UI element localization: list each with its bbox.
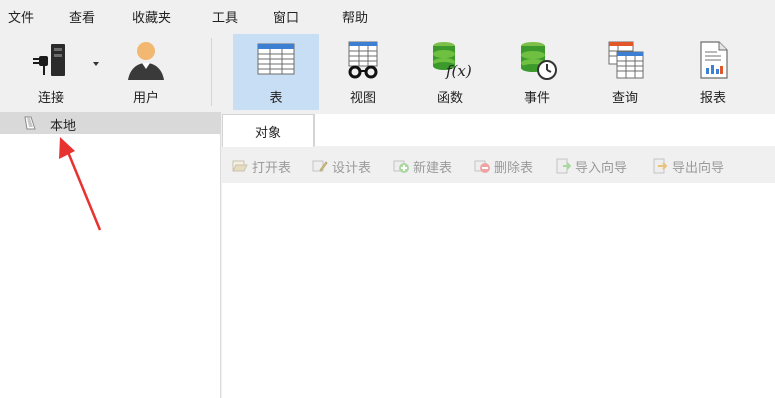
main-toolbar: 连接 用户 表 视图 f(x) 函数 事件 查询 报表 bbox=[0, 32, 775, 110]
view-label: 视图 bbox=[349, 91, 376, 106]
import-wizard-label: 导入向导 bbox=[575, 160, 628, 176]
user-icon bbox=[128, 42, 164, 80]
menu-window[interactable]: 窗口 bbox=[273, 7, 299, 26]
object-toolbar: 打开表 设计表 新建表 删除表 导入向导 导出向导 bbox=[222, 147, 775, 183]
connection-label: 连接 bbox=[37, 91, 64, 106]
navicat-window: 文件 查看 收藏夹 工具 窗口 帮助 连接 用户 表 视图 f(x) 函数 事件… bbox=[0, 0, 775, 398]
open-table-icon bbox=[232, 160, 248, 172]
tab-objects[interactable]: 对象 bbox=[222, 114, 314, 147]
menu-help[interactable]: 帮助 bbox=[342, 7, 368, 26]
table-icon bbox=[257, 43, 295, 75]
menu-file[interactable]: 文件 bbox=[8, 7, 34, 26]
table-label: 表 bbox=[269, 91, 283, 106]
function-button[interactable]: f(x) 函数 bbox=[407, 34, 493, 110]
connection-plug-icon bbox=[33, 44, 65, 76]
new-table-icon bbox=[393, 160, 409, 173]
object-list-area[interactable] bbox=[222, 183, 775, 398]
delete-table-icon bbox=[474, 160, 490, 173]
open-table-label: 打开表 bbox=[252, 160, 292, 176]
svg-text:f(x): f(x) bbox=[445, 62, 472, 80]
report-label: 报表 bbox=[699, 91, 726, 106]
toolbar-separator bbox=[211, 38, 212, 106]
connection-leaf-icon bbox=[24, 116, 36, 130]
event-button[interactable]: 事件 bbox=[494, 34, 580, 110]
connection-tree-panel: 本地 bbox=[0, 112, 221, 398]
view-button[interactable]: 视图 bbox=[320, 34, 406, 110]
new-table-button[interactable]: 新建表 bbox=[393, 156, 452, 176]
open-table-button[interactable]: 打开表 bbox=[232, 156, 291, 176]
event-label: 事件 bbox=[523, 91, 550, 106]
menu-view[interactable]: 查看 bbox=[69, 7, 95, 26]
menu-bar: 文件 查看 收藏夹 工具 窗口 帮助 bbox=[0, 0, 775, 32]
delete-table-label: 删除表 bbox=[494, 160, 534, 176]
view-glasses-icon bbox=[348, 41, 378, 79]
report-button[interactable]: 报表 bbox=[670, 34, 756, 110]
connection-button[interactable]: 连接 bbox=[8, 34, 94, 110]
event-clock-icon bbox=[521, 42, 557, 80]
tree-item-local[interactable]: 本地 bbox=[0, 112, 221, 134]
query-label: 查询 bbox=[611, 91, 638, 106]
export-wizard-button[interactable]: 导出向导 bbox=[652, 156, 724, 176]
tab-bar-empty-area bbox=[314, 114, 775, 146]
export-wizard-label: 导出向导 bbox=[672, 160, 725, 176]
menu-favorites[interactable]: 收藏夹 bbox=[132, 7, 171, 26]
export-wizard-icon bbox=[653, 158, 668, 174]
user-label: 用户 bbox=[132, 91, 159, 106]
query-icon bbox=[608, 41, 644, 79]
function-label: 函数 bbox=[436, 91, 463, 106]
design-table-label: 设计表 bbox=[332, 160, 372, 176]
delete-table-button[interactable]: 删除表 bbox=[474, 156, 533, 176]
menu-tools[interactable]: 工具 bbox=[212, 7, 238, 26]
query-button[interactable]: 查询 bbox=[582, 34, 668, 110]
chevron-down-icon[interactable] bbox=[93, 62, 99, 66]
import-wizard-icon bbox=[556, 158, 571, 174]
new-table-label: 新建表 bbox=[413, 160, 453, 176]
table-button[interactable]: 表 bbox=[233, 34, 319, 110]
function-fx-icon: f(x) bbox=[433, 42, 472, 80]
import-wizard-button[interactable]: 导入向导 bbox=[555, 156, 627, 176]
design-table-button[interactable]: 设计表 bbox=[312, 156, 371, 176]
report-icon bbox=[700, 41, 728, 79]
user-button[interactable]: 用户 bbox=[103, 34, 189, 110]
tree-item-label: 本地 bbox=[50, 119, 77, 134]
design-table-icon bbox=[312, 160, 328, 172]
